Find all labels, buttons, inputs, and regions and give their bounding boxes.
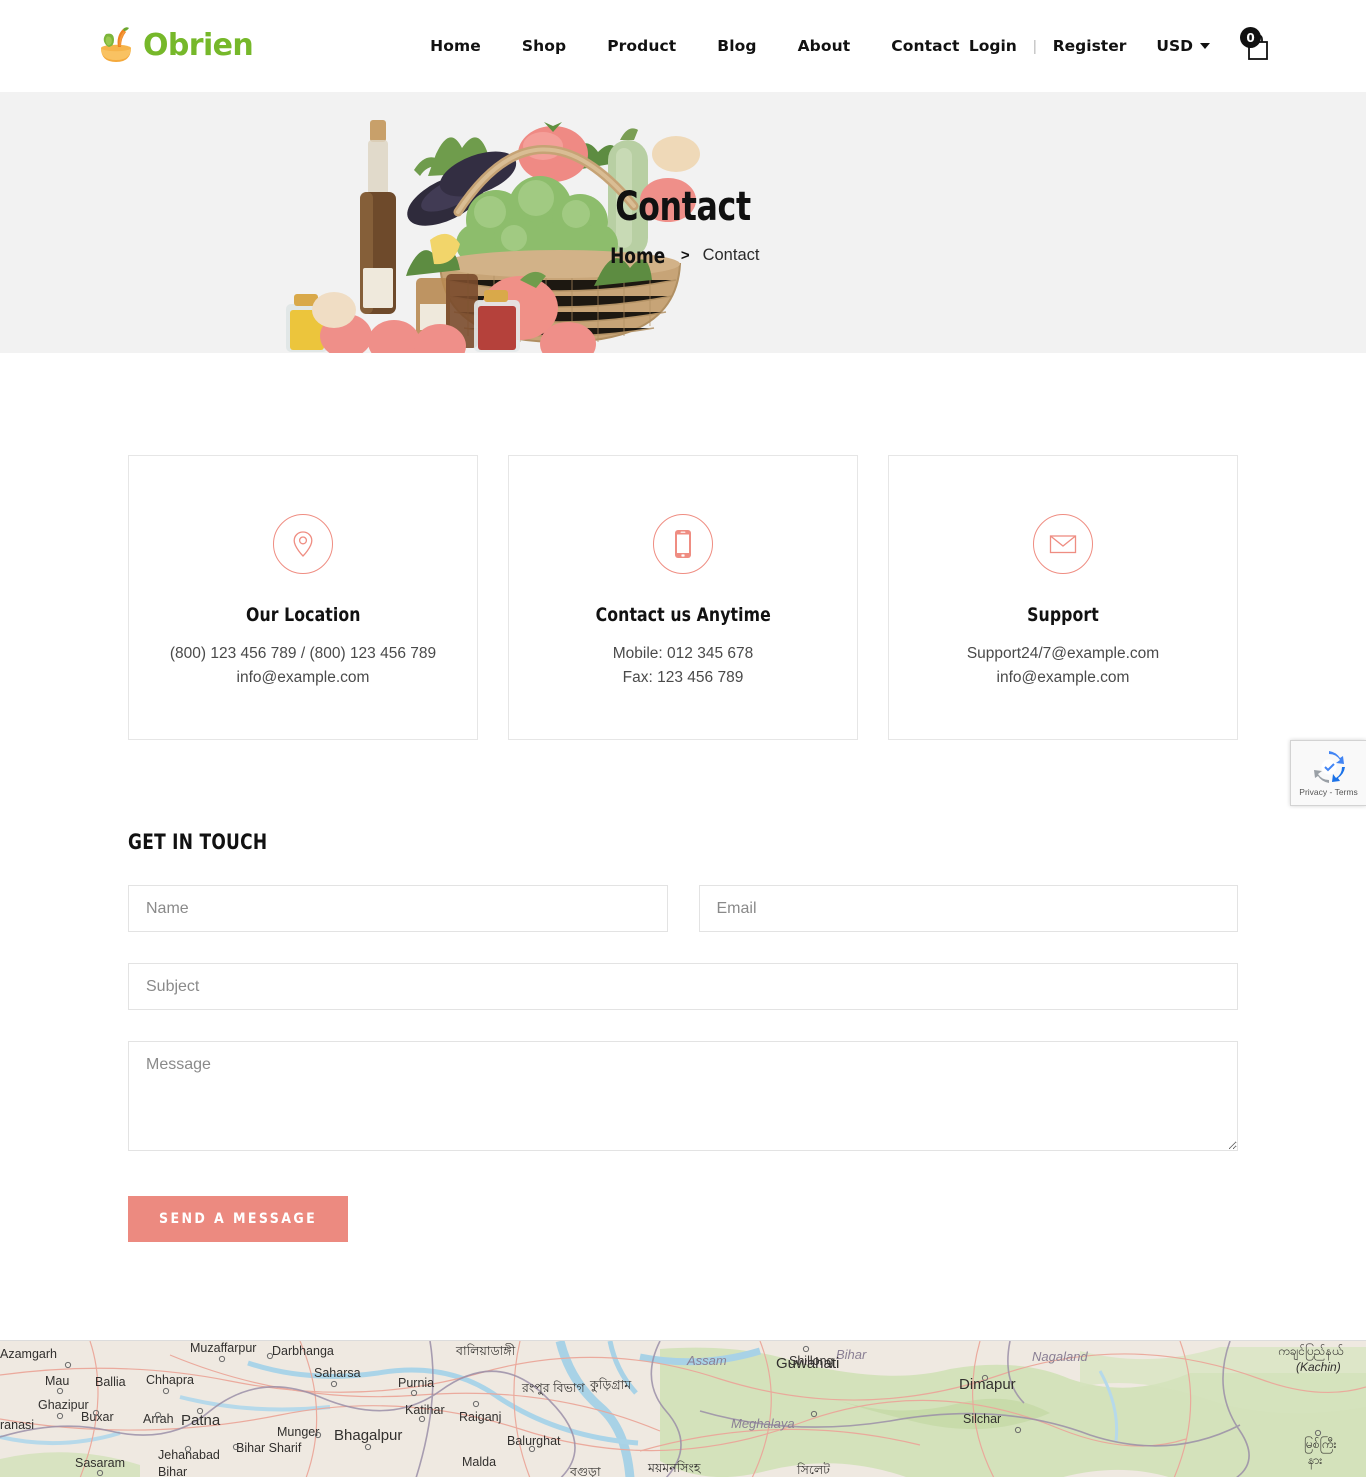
cart-button[interactable]: 0 <box>1240 27 1274 63</box>
map-city-label: Ballia <box>95 1375 126 1389</box>
map-city-label: Raiganj <box>459 1410 501 1424</box>
card-details: (800) 123 456 789 / (800) 123 456 789 in… <box>170 642 436 690</box>
breadcrumb-separator-icon: > <box>680 247 690 264</box>
site-header: Obrien Home Shop Product Blog About Cont… <box>0 0 1366 92</box>
main-navigation: Home Shop Product Blog About Contact <box>430 37 959 55</box>
map-city-label: Sasaram <box>75 1456 125 1470</box>
nav-item-product[interactable]: Product <box>607 37 676 55</box>
map-tiles: Bihar Assam Meghalaya Nagaland Azamgarh … <box>0 1341 1366 1477</box>
map-state-label: Meghalaya <box>731 1416 795 1431</box>
map-city-label: Jehanabad <box>158 1448 220 1462</box>
login-link[interactable]: Login <box>969 37 1017 55</box>
currency-label: USD <box>1156 37 1193 55</box>
map-city-label: ranasi <box>0 1418 34 1432</box>
location-icon-circle <box>273 514 333 574</box>
card-title: Contact us Anytime <box>595 604 771 626</box>
nav-item-shop[interactable]: Shop <box>522 37 566 55</box>
contact-card-support: Support Support24/7@example.com info@exa… <box>888 455 1238 740</box>
map-city-label: Darbhanga <box>272 1344 334 1358</box>
send-message-button[interactable]: SEND A MESSAGE <box>128 1196 349 1242</box>
nav-item-about[interactable]: About <box>798 37 851 55</box>
map-city-label: Chhapra <box>146 1373 194 1387</box>
card-line: info@example.com <box>236 669 370 686</box>
form-row-message <box>128 1041 1238 1151</box>
card-line: Fax: 123 456 789 <box>622 669 744 686</box>
map-city-label: Bhagalpur <box>334 1427 402 1444</box>
form-row-name-email <box>128 885 1238 932</box>
card-details: Support24/7@example.com info@example.com <box>967 642 1159 690</box>
message-textarea[interactable] <box>128 1041 1238 1151</box>
map-state-label: Nagaland <box>1032 1349 1088 1364</box>
nav-item-contact[interactable]: Contact <box>891 37 959 55</box>
map-pin-icon <box>293 531 313 557</box>
map-city-label: Munger <box>277 1425 319 1439</box>
map-city-label: Silchar <box>963 1412 1001 1426</box>
card-line: info@example.com <box>996 669 1130 686</box>
map-state-label: Assam <box>686 1353 727 1368</box>
map-city-label: Purnia <box>398 1376 434 1390</box>
get-in-touch-section: GET IN TOUCH SEND A MESSAGE <box>0 740 1366 1242</box>
map-city-label: Bihar <box>158 1465 187 1477</box>
card-title: Support <box>1027 604 1099 626</box>
recaptcha-privacy-terms[interactable]: Privacy - Terms <box>1299 787 1357 797</box>
map-native-label: (Kachin) <box>1296 1360 1341 1374</box>
card-line: (800) 123 456 789 / (800) 123 456 789 <box>169 645 437 662</box>
contact-location-map[interactable]: Bihar Assam Meghalaya Nagaland Azamgarh … <box>0 1340 1366 1477</box>
header-utilities: Login | Register USD 0 <box>969 27 1274 63</box>
map-state-label: Bihar <box>836 1347 867 1362</box>
card-details: Mobile: 012 345 678 Fax: 123 456 789 <box>613 642 753 690</box>
hero-text-block: Contact Home > Contact <box>0 92 1366 353</box>
nav-item-home[interactable]: Home <box>430 37 481 55</box>
name-input[interactable] <box>128 885 668 932</box>
envelope-icon <box>1049 535 1077 554</box>
map-city-label: Azamgarh <box>0 1347 57 1361</box>
subject-input[interactable] <box>128 963 1238 1010</box>
site-logo[interactable]: Obrien <box>95 26 254 66</box>
map-city-label: Katihar <box>405 1403 445 1417</box>
map-native-label: সিলেট <box>796 1462 831 1477</box>
section-heading: GET IN TOUCH <box>128 830 268 854</box>
logo-text: Obrien <box>143 28 254 63</box>
map-city-label: Patna <box>181 1412 221 1429</box>
map-city-label: Arrah <box>143 1412 174 1426</box>
page-title: Contact <box>615 183 751 230</box>
contact-card-location: Our Location (800) 123 456 789 / (800) 1… <box>128 455 478 740</box>
utility-separator: | <box>1032 37 1037 55</box>
phone-icon-circle <box>653 514 713 574</box>
register-link[interactable]: Register <box>1053 37 1127 55</box>
email-icon-circle <box>1033 514 1093 574</box>
cart-count-badge: 0 <box>1240 27 1261 48</box>
map-city-label: Muzaffarpur <box>190 1341 256 1355</box>
map-city-label: Bihar Sharif <box>236 1441 302 1455</box>
breadcrumb: Home > Contact <box>607 244 760 268</box>
breadcrumb-current: Contact <box>702 246 760 264</box>
map-native-label: বগুড়া <box>569 1465 601 1477</box>
form-row-subject <box>128 963 1238 1010</box>
mobile-phone-icon <box>675 530 691 558</box>
vegetable-bowl-logo-icon <box>101 27 131 62</box>
breadcrumb-home-link[interactable]: Home <box>610 244 665 268</box>
recaptcha-badge[interactable]: Privacy - Terms <box>1290 740 1366 806</box>
recaptcha-logo-icon <box>1313 750 1345 783</box>
contact-info-cards: Our Location (800) 123 456 789 / (800) 1… <box>0 353 1366 740</box>
map-city-label: Malda <box>462 1455 496 1469</box>
map-native-label: রংপুর বিভাগ <box>521 1380 586 1396</box>
nav-item-blog[interactable]: Blog <box>717 37 756 55</box>
map-city-label: Mau <box>45 1374 69 1388</box>
map-native-label: ময়মনসিংহ <box>647 1460 702 1475</box>
contact-card-phone: Contact us Anytime Mobile: 012 345 678 F… <box>508 455 858 740</box>
map-city-label: Saharsa <box>314 1366 361 1380</box>
map-city-label: Buxar <box>81 1410 114 1424</box>
map-native-label: কুড়িগ্রাম <box>589 1377 632 1393</box>
map-city-label: Balurghat <box>507 1434 561 1448</box>
card-line: Support24/7@example.com <box>966 645 1160 662</box>
email-input[interactable] <box>698 885 1238 932</box>
card-title: Our Location <box>245 604 361 626</box>
map-native-label: বালিয়াডাঙ্গী <box>455 1343 516 1358</box>
page-hero-banner: Contact Home > Contact <box>0 92 1366 353</box>
map-city-label: Guwahati <box>776 1355 839 1372</box>
chevron-down-icon <box>1200 43 1210 49</box>
currency-selector[interactable]: USD <box>1156 37 1210 55</box>
card-line: Mobile: 012 345 678 <box>612 645 754 662</box>
